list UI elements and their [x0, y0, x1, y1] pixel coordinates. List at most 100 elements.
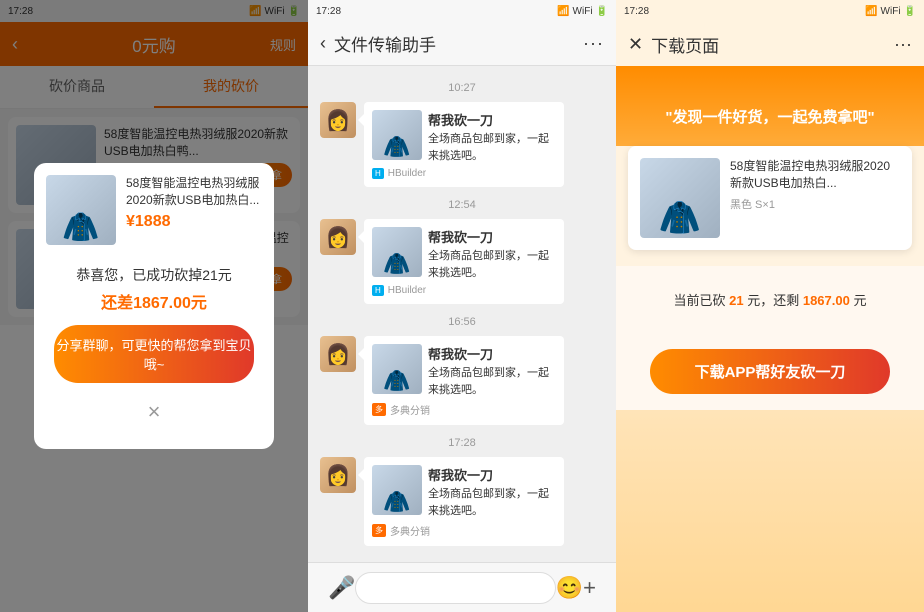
hero-text: "发现一件好货，一起免费拿吧" — [665, 106, 874, 127]
bubble-product-img-3: 🧥 — [372, 344, 422, 394]
success-modal: 🧥 58度智能温控电热羽绒服2020新款USB电加热白... ¥1888 恭喜您… — [34, 163, 274, 449]
p3-product-section: 🧥 58度智能温控电热羽绒服2020新款USB电加热白... 黑色 S×1 — [628, 146, 912, 250]
bubble-wrap-3: 🧥 帮我砍一刀 全场商品包邮到家，一起来挑选吧。 多 多典分销 — [364, 336, 604, 425]
modal-success-section: 恭喜您，已成功砍掉21元 还差1867.00元 分享群聊，可更快的帮您拿到宝贝哦… — [34, 257, 274, 391]
download-button[interactable]: 下载APP帮好友砍一刀 — [650, 349, 890, 394]
modal-person: 🧥 — [62, 210, 99, 245]
bubble-product-img-2: 🧥 — [372, 227, 422, 277]
plus-icon[interactable]: + — [583, 575, 596, 601]
avatar-1: 👩 — [320, 102, 356, 138]
battery-icon-2: 🔋 — [596, 6, 608, 17]
modal-success-text: 恭喜您，已成功砍掉21元 — [50, 265, 258, 285]
close-button-3[interactable]: ✕ — [628, 34, 643, 55]
bubble-title-4: 帮我砍一刀 — [428, 465, 556, 484]
bubble-title-2: 帮我砍一刀 — [428, 227, 556, 246]
modal-product-section: 🧥 58度智能温控电热羽绒服2020新款USB电加热白... ¥1888 — [34, 163, 274, 257]
bubble-4[interactable]: 🧥 帮我砍一刀 全场商品包邮到家，一起来挑选吧。 多 多典分销 — [364, 457, 564, 546]
signal-icon-2: 📶 — [557, 6, 569, 17]
source-logo-2: H — [372, 285, 384, 296]
source-row-2: H HBuilder — [372, 285, 556, 296]
bubble-product-img-4: 🧥 — [372, 465, 422, 515]
bubble-person-3: 🧥 — [383, 368, 410, 394]
source-logo-4: 多 — [372, 524, 386, 537]
time-label-3: 16:56 — [320, 316, 604, 328]
bubble-text-3: 全场商品包邮到家，一起来挑选吧。 — [428, 365, 556, 398]
p3-product-name: 58度智能温控电热羽绒服2020新款USB电加热白... — [730, 158, 900, 192]
bubble-content-2: 帮我砍一刀 全场商品包邮到家，一起来挑选吧。 — [428, 227, 556, 281]
modal-overlay: 🧥 58度智能温控电热羽绒服2020新款USB电加热白... ¥1888 恭喜您… — [0, 0, 308, 612]
source-row-3: 多 多典分销 — [372, 402, 556, 417]
source-row-4: 多 多典分销 — [372, 523, 556, 538]
signal-icon-3: 📶 — [865, 6, 877, 17]
status-time-3: 17:28 — [624, 6, 649, 17]
status-icons-2: 📶 WiFi 🔋 — [557, 6, 608, 17]
status-time-2: 17:28 — [316, 6, 341, 17]
bubble-content-3: 帮我砍一刀 全场商品包邮到家，一起来挑选吧。 — [428, 344, 556, 398]
nav-bar-3: ✕ 下载页面 ··· — [616, 22, 924, 66]
bubble-text-4: 全场商品包邮到家，一起来挑选吧。 — [428, 486, 556, 519]
time-label-2: 12:54 — [320, 199, 604, 211]
modal-close-button[interactable]: × — [34, 391, 274, 433]
page-title-2: 文件传输助手 — [334, 31, 436, 56]
emoji-icon[interactable]: 😊 — [556, 575, 583, 601]
modal-product-image: 🧥 — [46, 175, 116, 245]
more-button-3[interactable]: ··· — [894, 34, 912, 55]
source-logo-3: 多 — [372, 403, 386, 416]
modal-product-name: 58度智能温控电热羽绒服2020新款USB电加热白... — [126, 175, 262, 209]
bubble-wrap-2: 🧥 帮我砍一刀 全场商品包邮到家，一起来挑选吧。 H HBuilder — [364, 219, 604, 304]
bubble-inner-3: 🧥 帮我砍一刀 全场商品包邮到家，一起来挑选吧。 — [372, 344, 556, 398]
avatar-3: 👩 — [320, 336, 356, 372]
status-bar-3: 17:28 📶 WiFi 🔋 — [616, 0, 924, 22]
bubble-inner-1: 🧥 帮我砍一刀 全场商品包邮到家，一起来挑选吧。 — [372, 110, 556, 164]
bubble-person-4: 🧥 — [383, 489, 410, 515]
cut-amount: 21 — [729, 293, 743, 308]
bubble-wrap-1: 🧥 帮我砍一刀 全场商品包邮到家，一起来挑选吧。 H HBuilder — [364, 102, 604, 187]
battery-icon-3: 🔋 — [904, 6, 916, 17]
bubble-3[interactable]: 🧥 帮我砍一刀 全场商品包邮到家，一起来挑选吧。 多 多典分销 — [364, 336, 564, 425]
phone3: 17:28 📶 WiFi 🔋 ✕ 下载页面 ··· "发现一件好货，一起免费拿吧… — [616, 0, 924, 612]
bubble-inner-4: 🧥 帮我砍一刀 全场商品包邮到家，一起来挑选吧。 — [372, 465, 556, 519]
page-title-3: 下载页面 — [651, 32, 719, 57]
source-name-2: HBuilder — [388, 285, 426, 296]
p3-variant: 黑色 S×1 — [730, 196, 900, 212]
modal-price: ¥1888 — [126, 213, 262, 231]
bottom-bar-2: 🎤 😊 + — [308, 562, 616, 612]
phone2: 17:28 📶 WiFi 🔋 ‹ 文件传输助手 ··· 10:27 👩 🧥 — [308, 0, 616, 612]
avatar-2: 👩 — [320, 219, 356, 255]
share-button[interactable]: 分享群聊，可更快的帮您拿到宝贝哦~ — [54, 325, 254, 383]
input-field-2[interactable] — [355, 572, 555, 604]
bubble-2[interactable]: 🧥 帮我砍一刀 全场商品包邮到家，一起来挑选吧。 H HBuilder — [364, 219, 564, 304]
bubble-content-1: 帮我砍一刀 全场商品包邮到家，一起来挑选吧。 — [428, 110, 556, 164]
chat-area: 10:27 👩 🧥 帮我砍一刀 全场商品包邮到家，一起来挑选吧。 — [308, 66, 616, 562]
source-logo-1: H — [372, 168, 384, 179]
chat-message-1: 👩 🧥 帮我砍一刀 全场商品包邮到家，一起来挑选吧。 H — [320, 102, 604, 187]
source-name-3: 多典分销 — [390, 402, 430, 417]
bubble-title-1: 帮我砍一刀 — [428, 110, 556, 129]
savings-text: 当前已砍 21 元，还剩 1867.00 元 — [616, 274, 924, 325]
modal-diff-text: 还差1867.00元 — [50, 289, 258, 313]
bubble-1[interactable]: 🧥 帮我砍一刀 全场商品包邮到家，一起来挑选吧。 H HBuilder — [364, 102, 564, 187]
bubble-text-2: 全场商品包邮到家，一起来挑选吧。 — [428, 248, 556, 281]
bubble-person-1: 🧥 — [383, 134, 410, 160]
bubble-product-img-1: 🧥 — [372, 110, 422, 160]
chat-message-3: 👩 🧥 帮我砍一刀 全场商品包邮到家，一起来挑选吧。 多 — [320, 336, 604, 425]
modal-product-info: 58度智能温控电热羽绒服2020新款USB电加热白... ¥1888 — [126, 175, 262, 245]
bubble-wrap-4: 🧥 帮我砍一刀 全场商品包邮到家，一起来挑选吧。 多 多典分销 — [364, 457, 604, 546]
avatar-4: 👩 — [320, 457, 356, 493]
mic-icon[interactable]: 🎤 — [328, 575, 355, 601]
p3-product-info: 58度智能温控电热羽绒服2020新款USB电加热白... 黑色 S×1 — [730, 158, 900, 238]
back-button-2[interactable]: ‹ — [320, 33, 326, 54]
wifi-icon-2: WiFi — [573, 6, 593, 17]
source-row-1: H HBuilder — [372, 168, 556, 179]
more-button-2[interactable]: ··· — [583, 33, 604, 54]
p3-person: 🧥 — [659, 198, 701, 238]
source-name-4: 多典分销 — [390, 523, 430, 538]
status-bar-2: 17:28 📶 WiFi 🔋 — [308, 0, 616, 22]
bubble-text-1: 全场商品包邮到家，一起来挑选吧。 — [428, 131, 556, 164]
bottom-bg-3 — [616, 410, 924, 612]
phone1: 17:28 📶 WiFi 🔋 ‹ 0元购 规则 砍价商品 我的砍价 🧥 58度智… — [0, 0, 308, 612]
status-icons-3: 📶 WiFi 🔋 — [865, 6, 916, 17]
p3-product-image: 🧥 — [640, 158, 720, 238]
chat-message-4: 👩 🧥 帮我砍一刀 全场商品包邮到家，一起来挑选吧。 多 — [320, 457, 604, 546]
nav-bar-2: ‹ 文件传输助手 ··· — [308, 22, 616, 66]
